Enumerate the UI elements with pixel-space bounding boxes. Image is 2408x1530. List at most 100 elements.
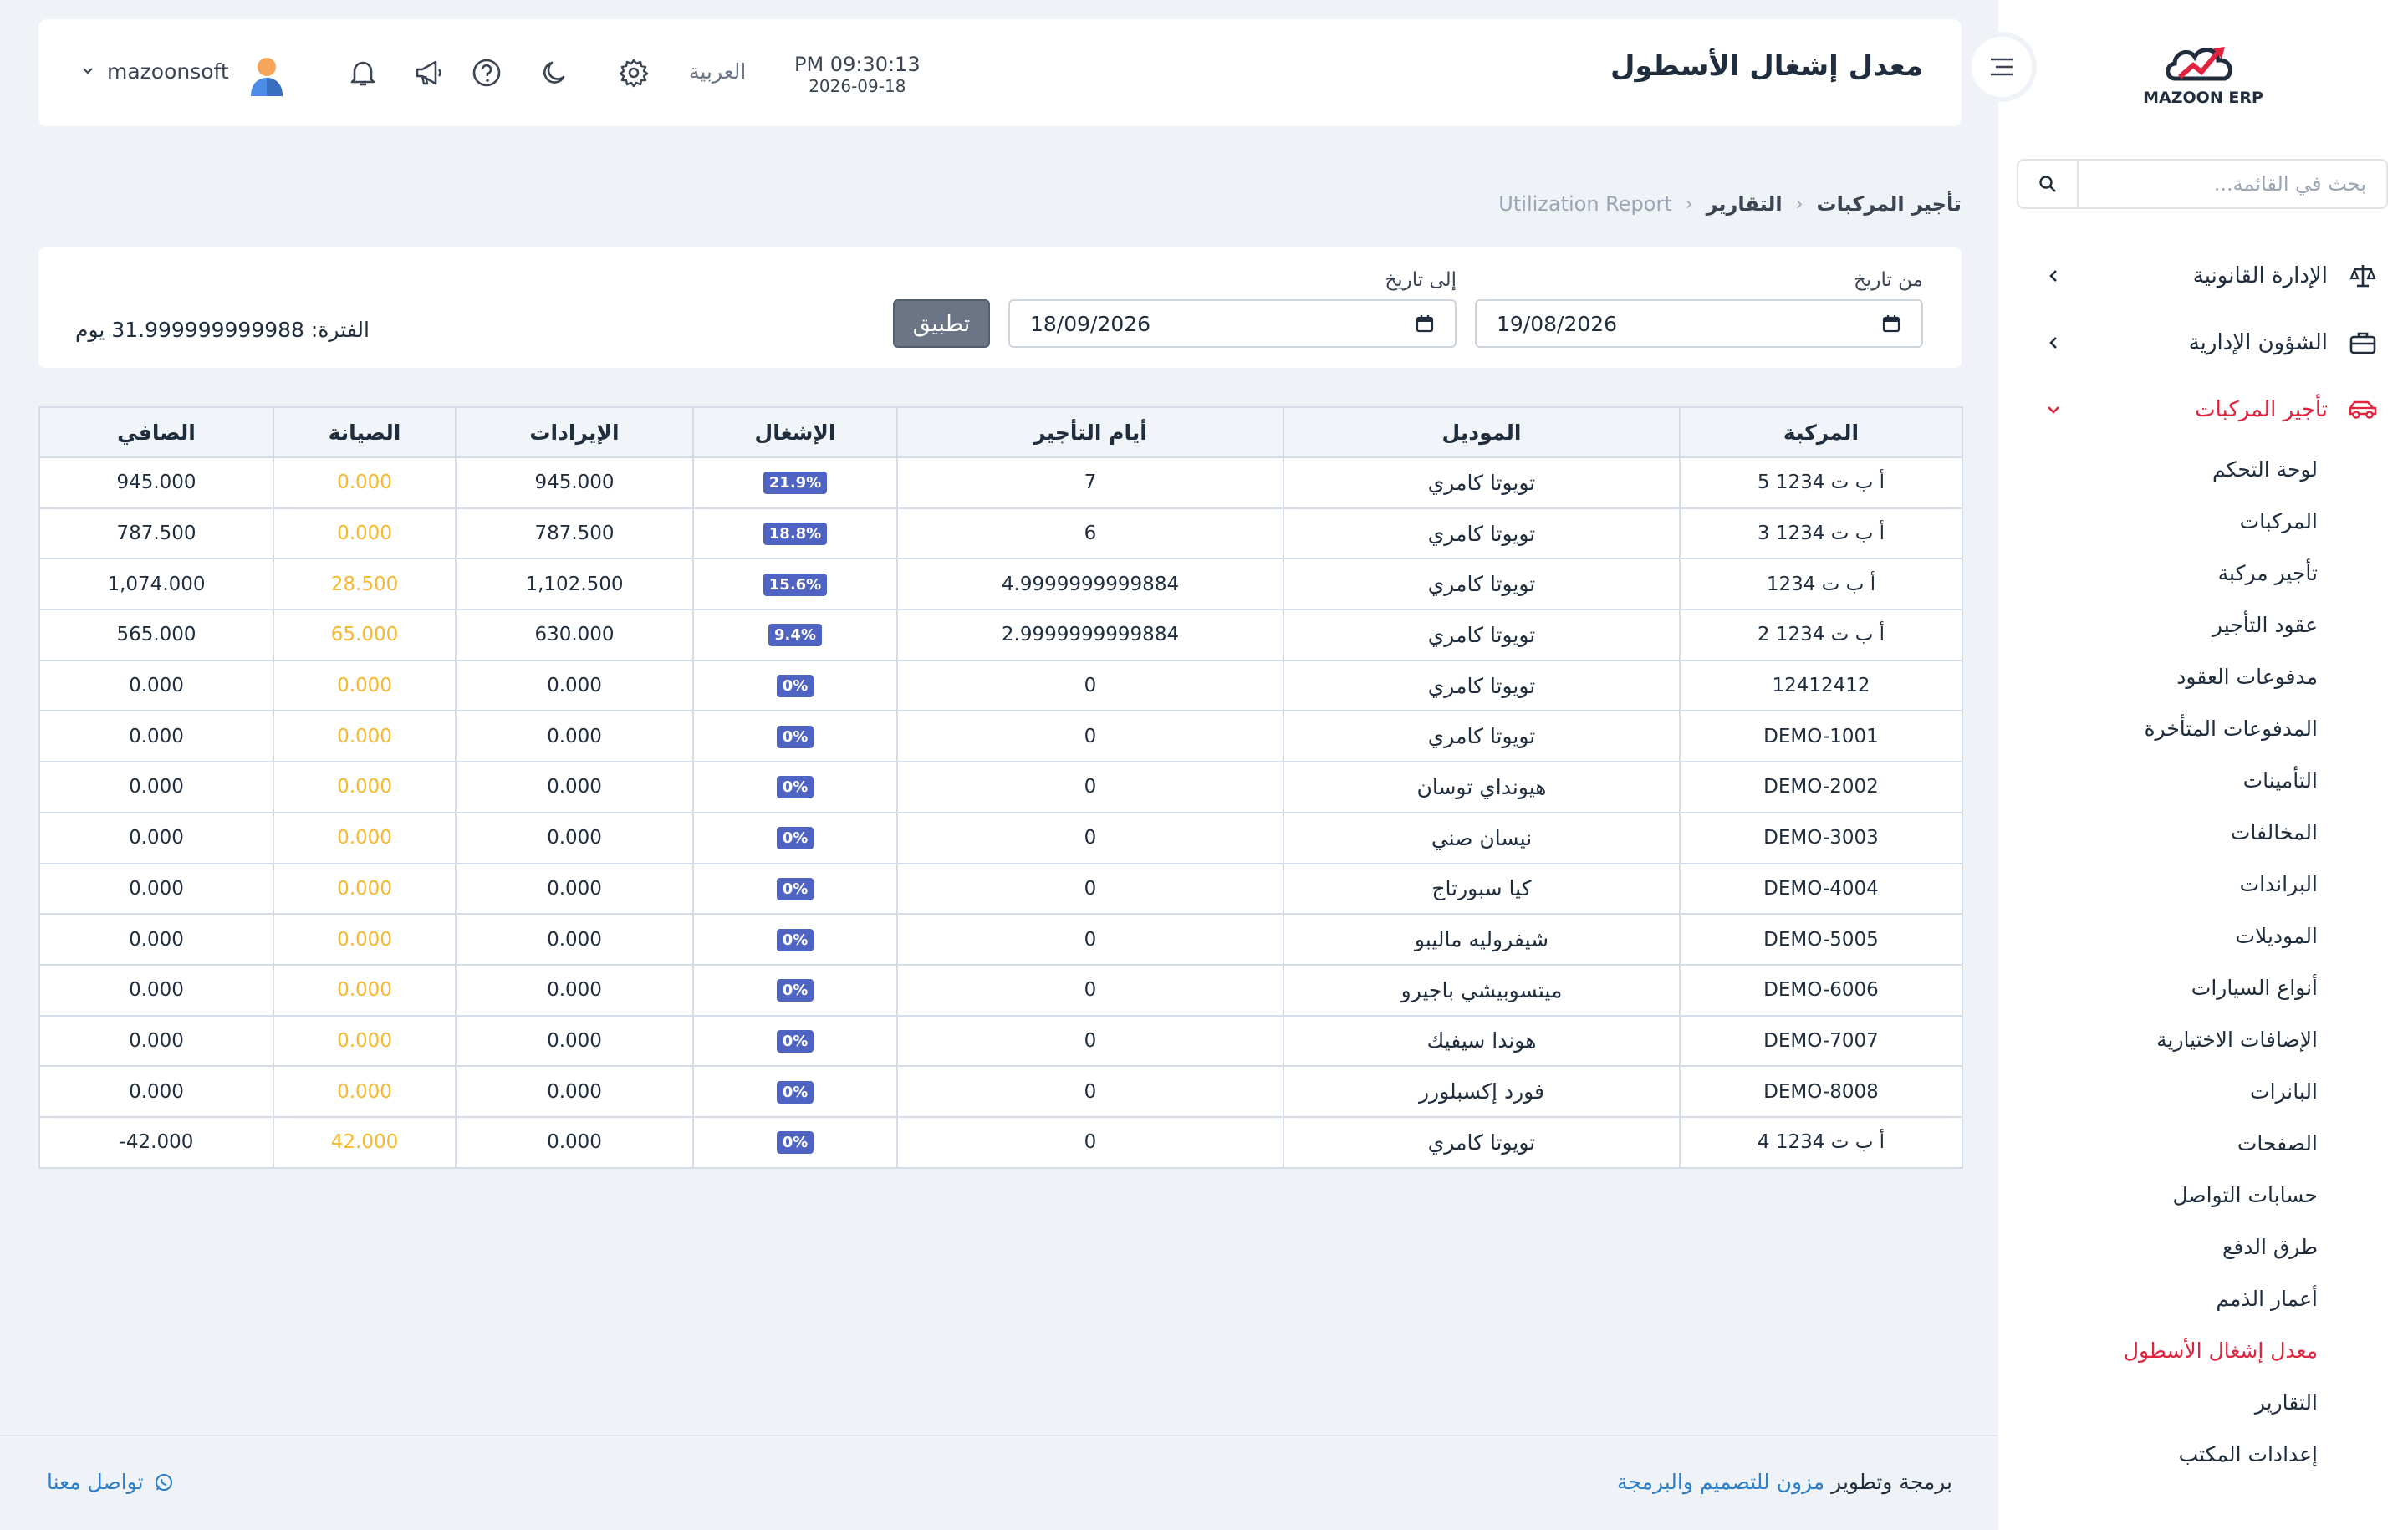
cell-occupancy: 0% — [692, 1065, 898, 1118]
sidebar-item-optional-addons[interactable]: الإضافات الاختيارية — [1998, 1013, 2318, 1065]
cell-occupancy: 0% — [692, 1014, 898, 1068]
sidebar-item-car-types[interactable]: أنواع السيارات — [1998, 961, 2318, 1013]
car-icon — [2348, 395, 2378, 425]
cell-model: كيا سبورتاج — [1283, 862, 1681, 915]
sidebar-item-banners[interactable]: البانرات — [1998, 1065, 2318, 1117]
chevron-down-icon[interactable] — [79, 61, 97, 79]
sidebar-search-button[interactable] — [2018, 161, 2079, 207]
sidebar-search-input[interactable]: بحث في القائمة... — [2079, 161, 2386, 207]
column-header-revenue[interactable]: الإيرادات — [455, 406, 694, 458]
cell-model: تويوتا كامري — [1283, 609, 1681, 661]
cell-maintenance: 0.000 — [273, 1065, 457, 1118]
to-date-input[interactable]: 18/09/2026 — [1008, 299, 1457, 348]
cell-days: 0 — [896, 913, 1284, 966]
cell-occupancy: 0% — [692, 811, 898, 864]
sidebar-item-social-accounts[interactable]: حسابات التواصل — [1998, 1169, 2318, 1221]
chevron-down-icon — [2043, 400, 2064, 420]
sidebar-item-overdue-payments[interactable]: المدفوعات المتأخرة — [1998, 702, 2318, 754]
settings-gear-icon[interactable] — [614, 53, 654, 93]
username[interactable]: mazoonsoft — [107, 59, 229, 84]
cell-days: 0 — [896, 1115, 1284, 1169]
cell-revenue: 0.000 — [455, 963, 694, 1017]
cell-revenue: 0.000 — [455, 710, 694, 763]
cell-occupancy: 0% — [692, 1115, 898, 1169]
sidebar-item-payment-methods[interactable]: طرق الدفع — [1998, 1221, 2318, 1272]
cell-vehicle: أ ب ت 1234 — [1679, 558, 1963, 611]
sidebar-item-office-settings[interactable]: إعدادات المكتب — [1998, 1428, 2318, 1480]
cell-net: -42.000 — [38, 1115, 274, 1169]
cell-net: 0.000 — [38, 811, 274, 864]
filter-card: من تاريخ 19/08/2026 إلى تاريخ 18/09/2026… — [38, 247, 1962, 368]
sidebar-item-rental-contracts[interactable]: عقود التأجير — [1998, 599, 2318, 650]
cell-occupancy: 0% — [692, 710, 898, 763]
breadcrumb-item-reports[interactable]: التقارير — [1707, 192, 1783, 216]
column-header-vehicle[interactable]: المركبة — [1679, 406, 1963, 458]
cell-maintenance: 0.000 — [273, 456, 457, 509]
table-row: 12412412 تويوتا كامري 0 0% 0.000 0.000 0… — [38, 659, 1963, 712]
breadcrumb-item-vehicle-rental[interactable]: تأجير المركبات — [1816, 192, 1962, 216]
sidebar-item-rent-vehicle[interactable]: تأجير مركبة — [1998, 547, 2318, 599]
breadcrumb-item-current: Utilization Report — [1498, 192, 1672, 216]
cell-days: 0 — [896, 862, 1284, 915]
menu-group-vehicle-rental[interactable]: تأجير المركبات — [1998, 376, 2408, 443]
sidebar-item-receivables-aging[interactable]: أعمار الذمم — [1998, 1272, 2318, 1324]
menu-group-legal[interactable]: الإدارة القانونية — [1998, 242, 2408, 309]
column-header-maintenance[interactable]: الصيانة — [273, 406, 457, 458]
cell-revenue: 0.000 — [455, 913, 694, 966]
sidebar-toggle-button[interactable] — [1967, 32, 2037, 102]
from-date-input[interactable]: 19/08/2026 — [1475, 299, 1923, 348]
help-icon[interactable] — [467, 53, 507, 93]
cell-vehicle: DEMO-7007 — [1679, 1014, 1963, 1068]
contact-us-label: تواصل معنا — [47, 1470, 144, 1494]
sidebar-item-brands[interactable]: البراندات — [1998, 858, 2318, 910]
logo-mark-icon — [2166, 47, 2232, 81]
footer-brand-link[interactable]: مزون للتصميم والبرمجة — [1617, 1470, 1824, 1494]
menu-group-admin[interactable]: الشؤون الإدارية — [1998, 309, 2408, 376]
megaphone-icon[interactable] — [408, 53, 448, 93]
cell-days: 0 — [896, 963, 1284, 1017]
sidebar-item-vehicles[interactable]: المركبات — [1998, 495, 2318, 547]
cell-vehicle: أ ب ت 1234 2 — [1679, 609, 1963, 661]
cell-occupancy: 15.6% — [692, 558, 898, 611]
cell-net: 0.000 — [38, 963, 274, 1017]
column-header-model[interactable]: الموديل — [1283, 406, 1681, 458]
sidebar-item-insurances[interactable]: التأمينات — [1998, 754, 2318, 806]
sidebar-item-pages[interactable]: الصفحات — [1998, 1117, 2318, 1169]
sidebar-item-reports[interactable]: التقارير — [1998, 1376, 2318, 1428]
column-header-rental-days[interactable]: أيام التأجير — [896, 406, 1284, 458]
bell-icon[interactable] — [343, 53, 383, 93]
sidebar-item-dashboard[interactable]: لوحة التحكم — [1998, 443, 2318, 495]
whatsapp-icon — [155, 1473, 172, 1491]
occupancy-badge: 0% — [776, 877, 814, 900]
sidebar-item-fleet-utilization[interactable]: معدل إشغال الأسطول — [1998, 1324, 2318, 1376]
avatar[interactable] — [244, 53, 289, 98]
chevron-left-icon — [2043, 333, 2064, 353]
cell-revenue: 0.000 — [455, 1065, 694, 1118]
cell-occupancy: 0% — [692, 963, 898, 1017]
cell-maintenance: 65.000 — [273, 609, 457, 661]
cell-maintenance: 28.500 — [273, 558, 457, 611]
occupancy-badge: 9.4% — [768, 624, 822, 647]
column-header-net[interactable]: الصافي — [38, 406, 274, 458]
period-text: الفترة: 31.999999999988 يوم — [75, 318, 370, 342]
cell-model: تويوتا كامري — [1283, 507, 1681, 560]
to-date-value: 18/09/2026 — [1030, 311, 1151, 336]
chevron-left-icon: ‹ — [1685, 193, 1693, 215]
moon-icon[interactable] — [535, 53, 575, 93]
sidebar: MAZOON ERP بحث في القائمة... الإدارة الق… — [1998, 0, 2408, 1530]
contact-us-link[interactable]: تواصل معنا — [47, 1470, 174, 1494]
column-header-occupancy[interactable]: الإشغال — [692, 406, 898, 458]
sidebar-item-violations[interactable]: المخالفات — [1998, 806, 2318, 858]
cell-net: 0.000 — [38, 862, 274, 915]
cell-model: شيفروليه ماليبو — [1283, 913, 1681, 966]
cell-days: 0 — [896, 761, 1284, 813]
cell-occupancy: 0% — [692, 913, 898, 966]
cell-revenue: 0.000 — [455, 659, 694, 712]
sidebar-item-models[interactable]: الموديلات — [1998, 910, 2318, 961]
apply-button[interactable]: تطبيق — [893, 299, 990, 348]
occupancy-badge: 18.8% — [763, 523, 828, 546]
language-switch[interactable]: العربية — [689, 59, 746, 84]
sidebar-item-contract-payments[interactable]: مدفوعات العقود — [1998, 650, 2318, 702]
cell-net: 945.000 — [38, 456, 274, 509]
logo[interactable]: MAZOON ERP — [2128, 32, 2278, 115]
